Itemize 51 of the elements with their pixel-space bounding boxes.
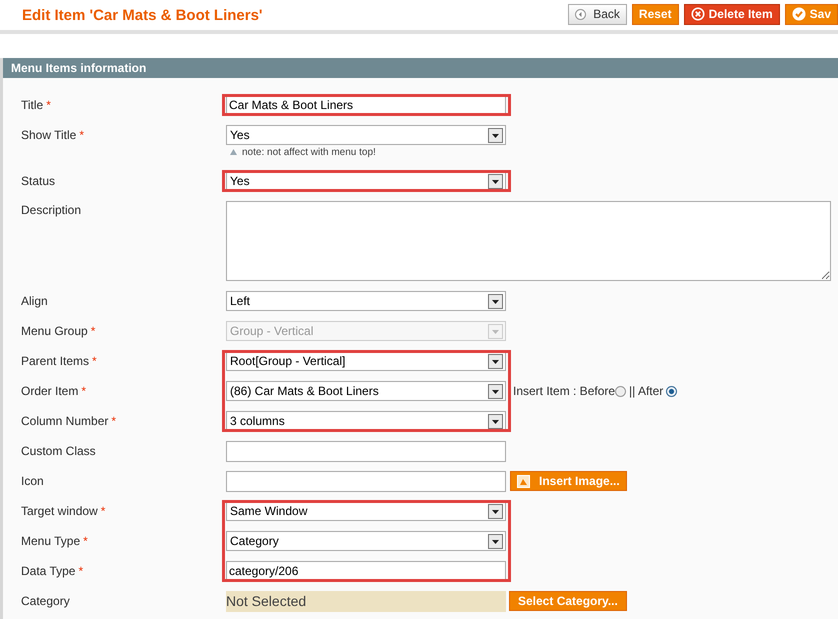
required-mark: * <box>81 383 86 400</box>
required-mark: * <box>78 563 84 580</box>
required-mark: * <box>92 353 97 370</box>
insert-item-label: Insert Item : Before <box>513 383 616 400</box>
checkmark-icon <box>792 7 806 21</box>
required-mark: * <box>46 97 51 114</box>
text-field[interactable] <box>226 440 506 462</box>
field-label: Target window <box>21 503 98 520</box>
radio-label: || After <box>629 383 664 400</box>
triangle-icon <box>230 149 237 155</box>
field-label: Description <box>21 202 82 219</box>
field-label: Custom Class <box>21 443 96 460</box>
field-label: Show Title <box>21 127 76 144</box>
select-field[interactable]: Same Window <box>226 501 506 521</box>
text-field[interactable]: Car Mats & Boot Liners <box>226 94 506 116</box>
required-mark: * <box>111 413 116 430</box>
field-label: Title <box>21 97 44 114</box>
select-field[interactable]: (86) Car Mats & Boot Liners <box>226 381 506 401</box>
field-label: Align <box>21 293 48 310</box>
field-label: Icon <box>21 473 44 490</box>
description-textarea[interactable] <box>226 201 831 281</box>
field-label: Menu Group <box>21 323 88 340</box>
required-mark: * <box>79 127 84 144</box>
radio-button[interactable] <box>615 386 626 396</box>
icon-field[interactable] <box>226 470 506 492</box>
select-field[interactable]: Root[Group - Vertical] <box>226 351 506 371</box>
section-header: Menu Items information <box>3 58 838 78</box>
select-field[interactable]: Yes <box>226 125 506 145</box>
back-button[interactable]: Back <box>568 4 627 24</box>
required-mark: * <box>90 323 96 340</box>
delete-button[interactable]: Delete Item <box>684 4 780 24</box>
select-field: Group - Vertical <box>226 321 506 341</box>
field-label: Data Type <box>21 563 76 580</box>
text-field[interactable]: category/206 <box>226 560 506 582</box>
field-label: Menu Type <box>21 533 80 550</box>
select-field[interactable]: Category <box>226 531 506 551</box>
field-label: Parent Items <box>21 353 90 370</box>
required-mark: * <box>100 503 106 520</box>
radio-button[interactable] <box>666 386 678 396</box>
required-mark: * <box>83 533 88 550</box>
page-title: Edit Item 'Car Mats & Boot Liners' <box>22 6 262 26</box>
image-icon <box>517 474 530 488</box>
category-value: Not Selected <box>226 590 506 612</box>
field-note: note: not affect with menu top! <box>242 146 376 160</box>
field-label: Column Number <box>21 413 108 430</box>
select-field[interactable]: Left <box>226 291 506 311</box>
field-label: Category <box>21 593 70 610</box>
field-label: Order Item <box>21 383 78 400</box>
close-icon <box>690 7 705 21</box>
select-field[interactable]: 3 columns <box>226 411 506 431</box>
field-label: Status <box>21 173 56 190</box>
